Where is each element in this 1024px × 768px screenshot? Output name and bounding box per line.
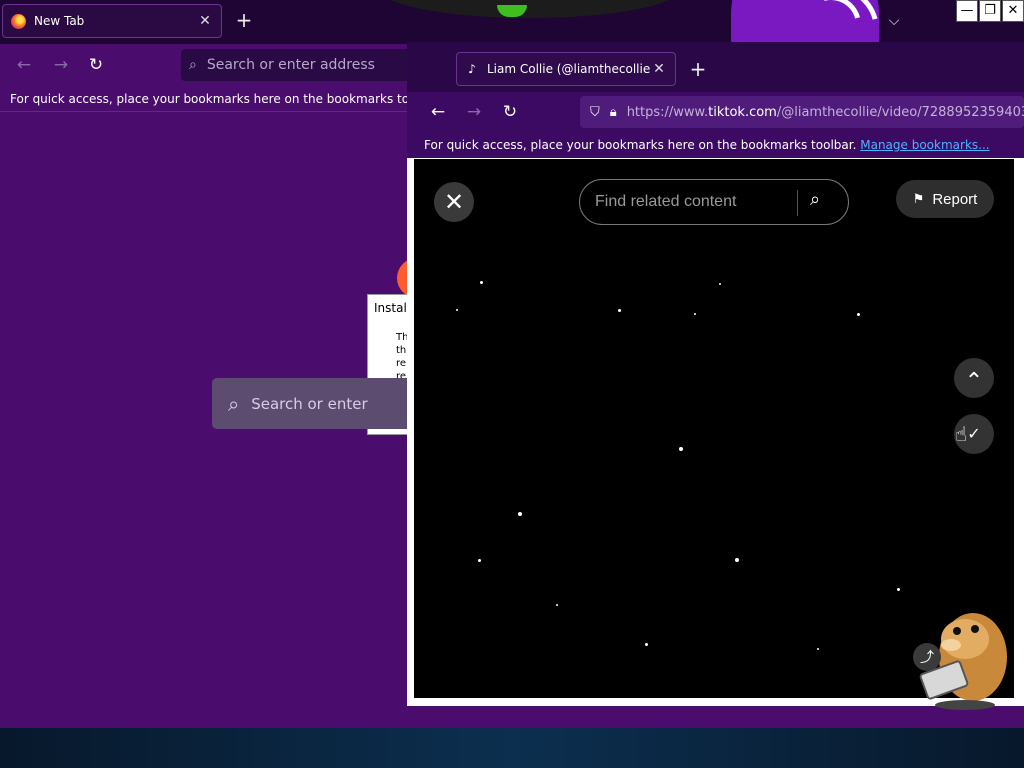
- tiktok-icon: ♪: [468, 62, 476, 76]
- reload-button[interactable]: ↻: [497, 99, 523, 125]
- search-icon[interactable]: ⌕: [810, 189, 820, 210]
- report-label: Report: [932, 190, 978, 208]
- close-video-button[interactable]: ✕: [434, 182, 474, 222]
- close-icon[interactable]: ✕: [651, 61, 667, 77]
- tab-title: Liam Collie (@liamthecollie) | T: [487, 62, 651, 76]
- newtab-search-input[interactable]: ⌕ Search or enter: [212, 378, 412, 429]
- reload-button[interactable]: ↻: [83, 52, 109, 78]
- firefox-icon: [11, 13, 26, 29]
- forward-button[interactable]: →: [461, 99, 487, 125]
- new-tab-button[interactable]: +: [687, 58, 709, 80]
- minimize-button[interactable]: —: [956, 0, 978, 22]
- url-path: /@liamthecollie/video/7288952359403: [776, 104, 1024, 120]
- manage-bookmarks-link[interactable]: Manage bookmarks...: [860, 138, 989, 152]
- bookmarks-hint: For quick access, place your bookmarks h…: [10, 92, 443, 106]
- hand-cursor-icon: ☝: [955, 422, 968, 446]
- tab-tiktok[interactable]: ♪ Liam Collie (@liamthecollie) | T ✕: [456, 52, 676, 86]
- back-button[interactable]: ←: [425, 99, 451, 125]
- search-icon: ⌕: [228, 391, 240, 416]
- search-icon: ⌕: [189, 57, 197, 73]
- url-domain: tiktok.com: [708, 104, 777, 120]
- close-icon[interactable]: ✕: [197, 13, 213, 29]
- find-related-input[interactable]: Find related content ⌕: [579, 179, 849, 225]
- bookmarks-toolbar: For quick access, place your bookmarks h…: [407, 132, 1024, 158]
- find-related-placeholder: Find related content: [595, 193, 737, 210]
- window-controls: — ❐ ✕: [956, 0, 1024, 22]
- address-bar[interactable]: ⛉ 🔒︎ https://www. tiktok.com/@liamthecoll…: [580, 96, 1024, 128]
- tab-new-tab[interactable]: New Tab ✕: [2, 4, 222, 38]
- url-prefix: https://www.: [626, 104, 709, 120]
- newtab-search-placeholder: Search or enter: [251, 394, 368, 413]
- shield-icon[interactable]: ⛉: [590, 105, 600, 120]
- report-button[interactable]: ⚑ Report: [896, 180, 994, 218]
- rss-art: [731, 0, 879, 44]
- navigation-toolbar: ← → ↻ ⛉ 🔒︎ https://www. tiktok.com/@liamt…: [407, 92, 1024, 132]
- chevron-down-icon[interactable]: ⌵: [883, 10, 905, 32]
- restore-button[interactable]: ❐: [979, 0, 1001, 22]
- dialog-title: Install: [374, 301, 411, 315]
- lock-icon[interactable]: 🔒︎: [610, 105, 617, 120]
- taskbar: [0, 728, 1024, 768]
- divider: [797, 190, 798, 216]
- forward-button[interactable]: →: [48, 52, 74, 78]
- address-bar[interactable]: ⌕ Search or enter address: [181, 49, 421, 81]
- previous-video-button[interactable]: ⌃: [954, 358, 994, 398]
- new-tab-button[interactable]: +: [233, 9, 255, 31]
- back-button[interactable]: ←: [11, 52, 37, 78]
- address-placeholder: Search or enter address: [206, 57, 375, 73]
- svg-text:⤴: ⤴: [920, 650, 934, 666]
- hamster-sticker: ⤴: [913, 613, 1007, 710]
- close-window-button[interactable]: ✕: [1002, 0, 1024, 22]
- tab-title: New Tab: [34, 14, 85, 28]
- tab-bar: ♪ Liam Collie (@liamthecollie) | T ✕ +: [407, 42, 1024, 92]
- flag-icon: ⚑: [912, 191, 925, 206]
- bookmarks-hint: For quick access, place your bookmarks h…: [424, 138, 857, 152]
